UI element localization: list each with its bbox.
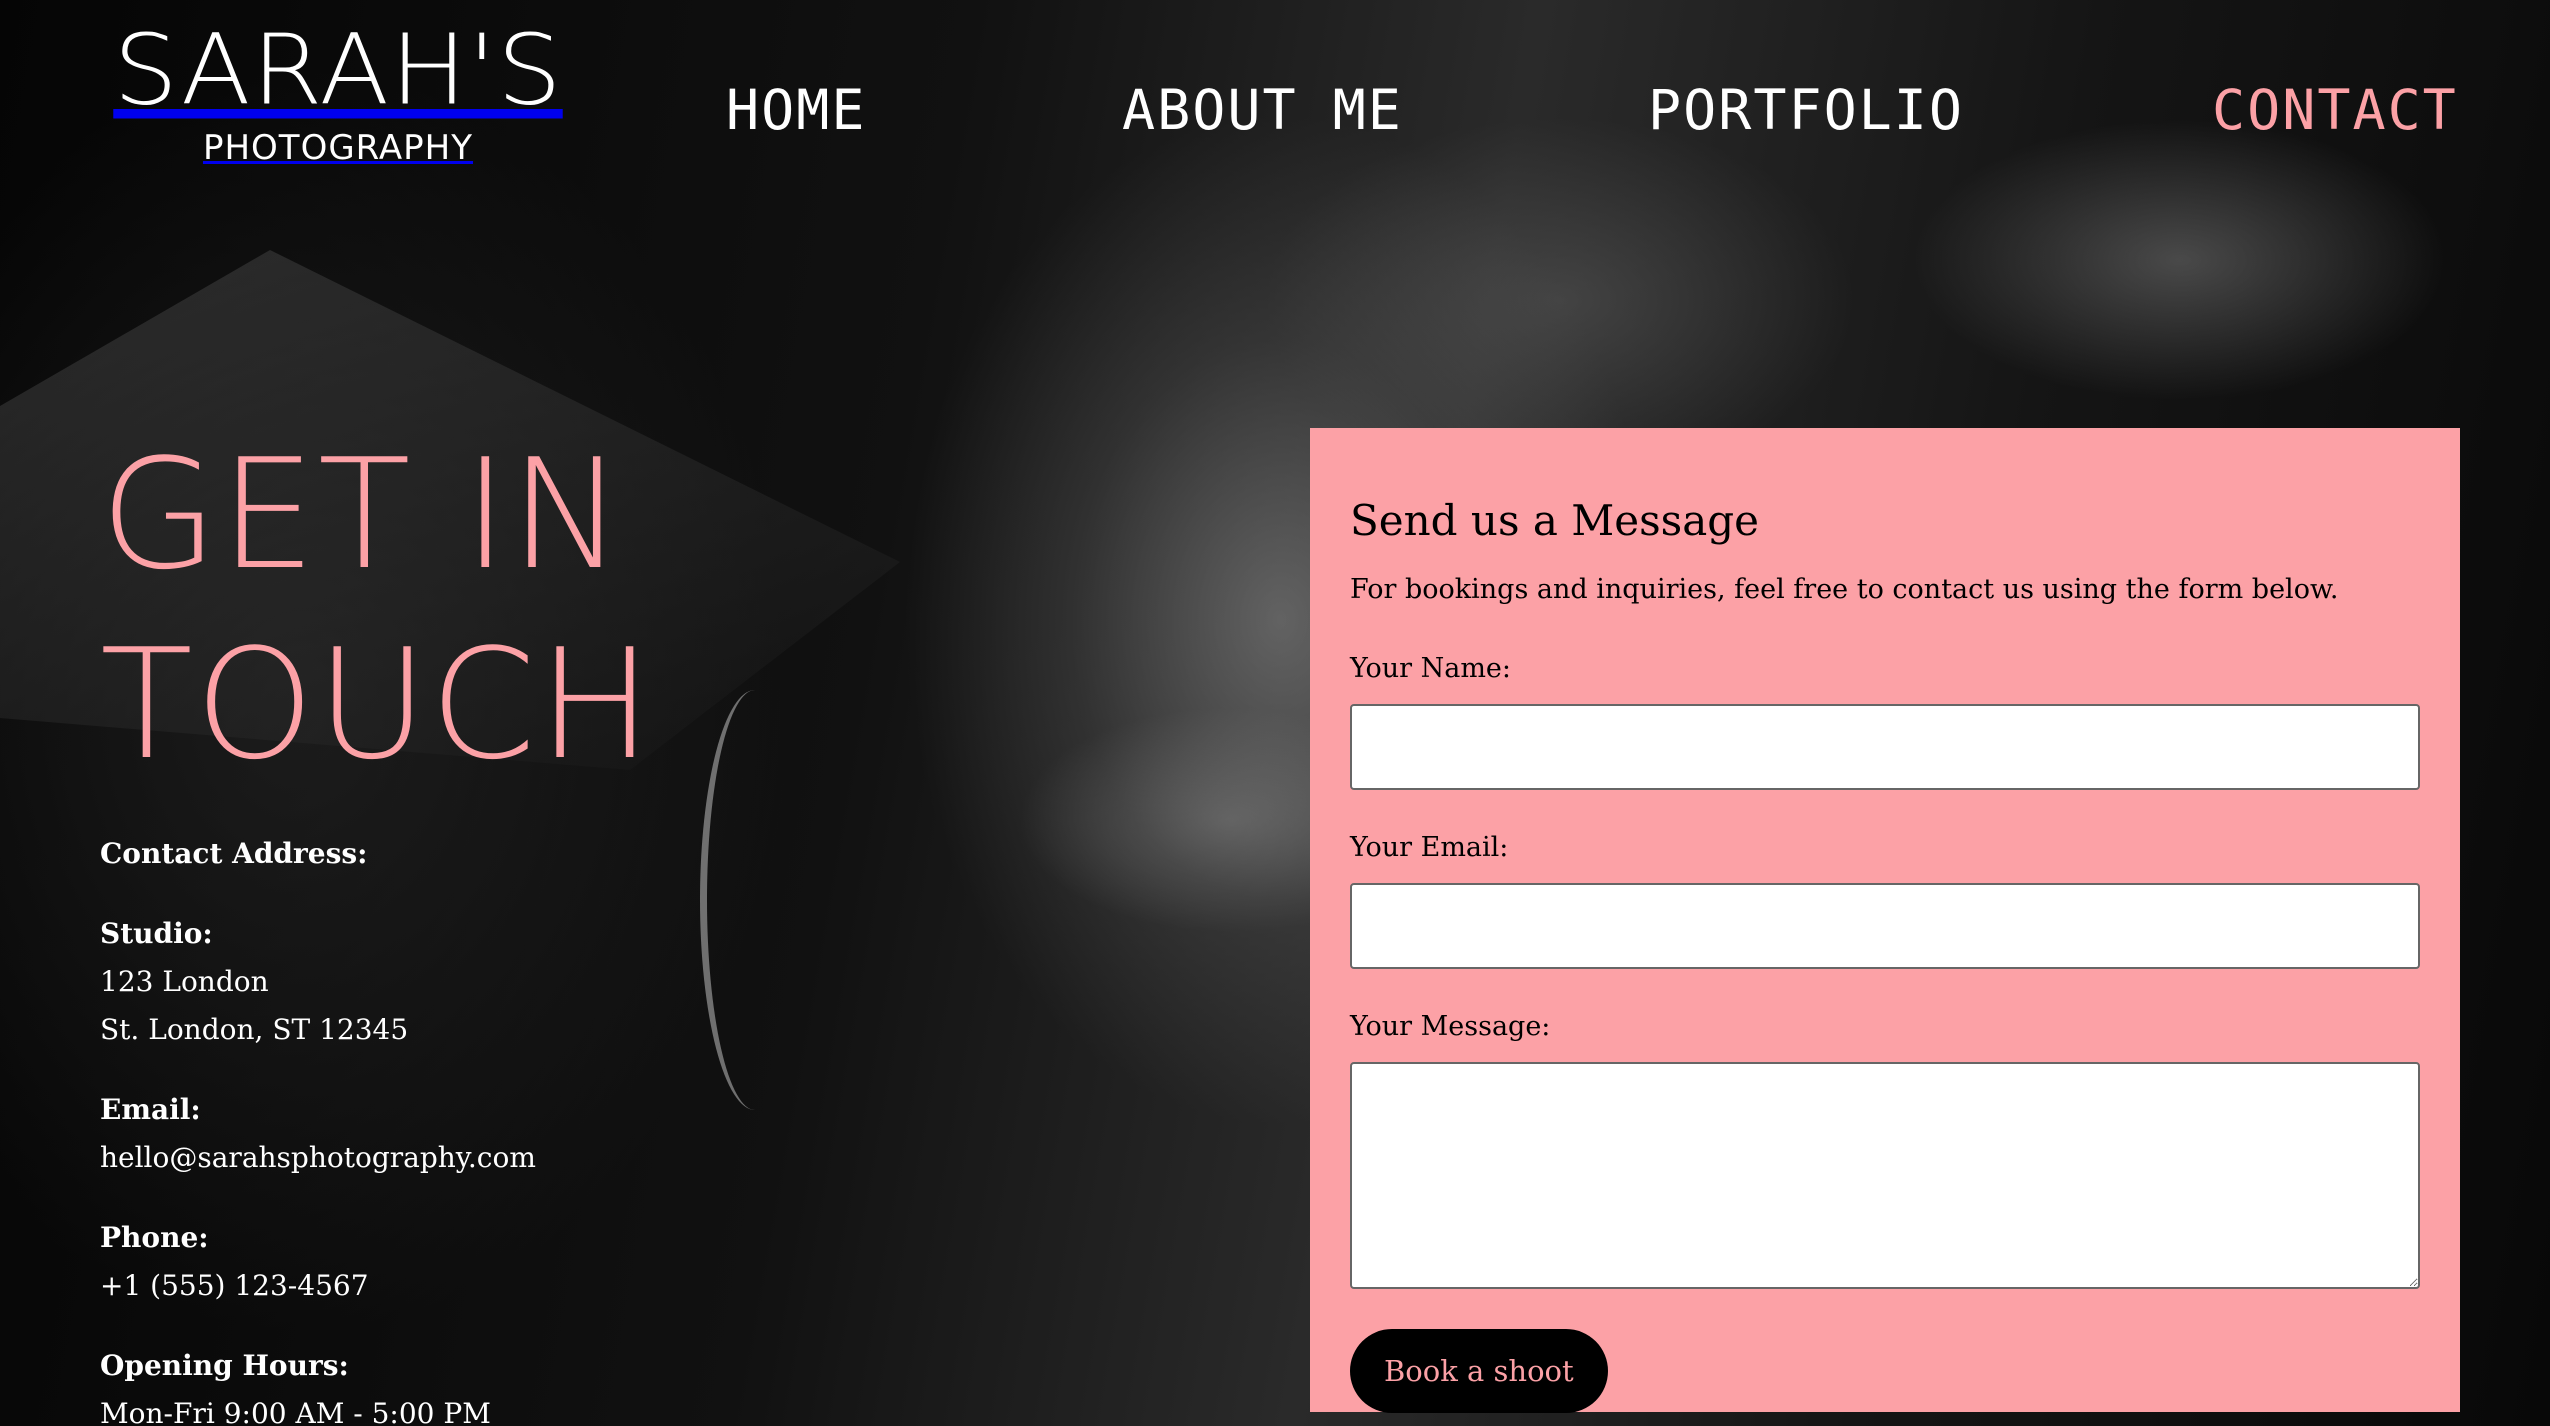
phone-value: +1 (555) 123-4567: [100, 1269, 369, 1302]
headline-line-1: GET IN: [100, 426, 626, 603]
nav-item-home[interactable]: HOME: [726, 78, 866, 142]
page-headline: GET IN TOUCH: [100, 420, 720, 800]
message-textarea[interactable]: [1350, 1062, 2420, 1289]
contact-form-panel: Send us a Message For bookings and inqui…: [1310, 428, 2460, 1413]
name-field-label: Your Name:: [1350, 653, 1512, 684]
opening-hours-value: Mon-Fri 9:00 AM - 5:00 PM: [100, 1397, 491, 1426]
studio-label: Studio:: [100, 917, 213, 950]
email-field-label: Your Email:: [1350, 832, 1509, 863]
name-input[interactable]: [1350, 704, 2420, 790]
nav-item-contact[interactable]: CONTACT: [2212, 78, 2458, 142]
contact-details: Contact Address: Studio: 123 London St. …: [100, 830, 700, 1426]
nav-item-portfolio[interactable]: PORTFOLIO: [1648, 78, 1964, 142]
form-subtitle: For bookings and inquiries, feel free to…: [1350, 574, 2339, 605]
nav-item-about-me[interactable]: ABOUT ME: [1122, 78, 1403, 142]
email-label: Email:: [100, 1093, 201, 1126]
studio-address-line-2: St. London, ST 12345: [100, 1013, 409, 1046]
email-input[interactable]: [1350, 883, 2420, 969]
form-title: Send us a Message: [1350, 496, 1760, 545]
headline-line-2: TOUCH: [100, 616, 655, 793]
contact-address-label: Contact Address:: [100, 837, 368, 870]
phone-label: Phone:: [100, 1221, 209, 1254]
book-a-shoot-button[interactable]: Book a shoot: [1350, 1329, 1608, 1413]
main-nav: HOME ABOUT ME PORTFOLIO CONTACT: [0, 78, 2550, 148]
studio-address-line-1: 123 London: [100, 965, 269, 998]
message-field-label: Your Message:: [1350, 1011, 1551, 1042]
email-value: hello@sarahsphotography.com: [100, 1141, 536, 1174]
opening-hours-label: Opening Hours:: [100, 1349, 349, 1382]
